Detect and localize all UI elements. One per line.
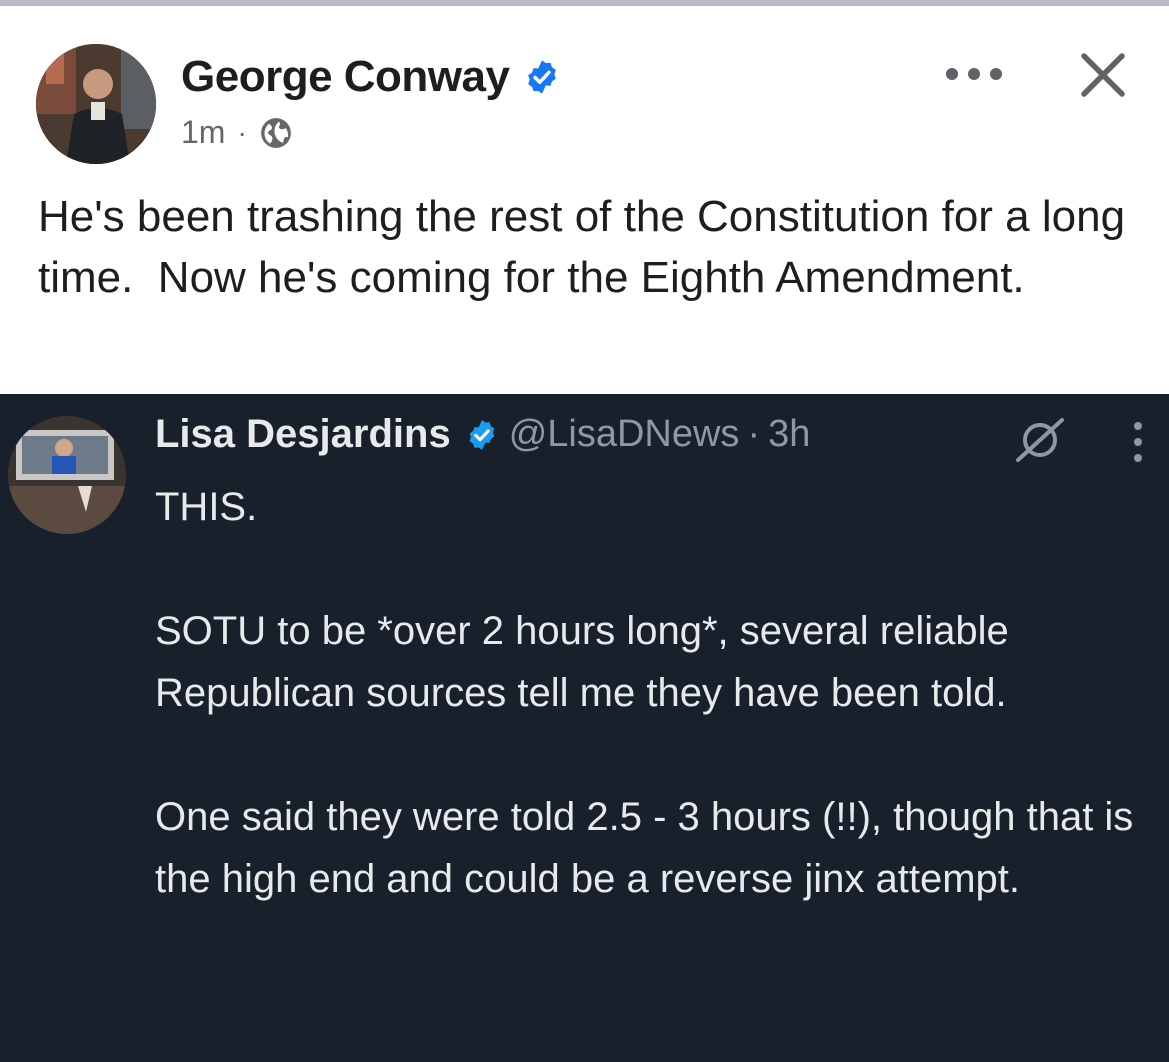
tweet-timestamp[interactable]: 3h <box>768 413 810 456</box>
tweet-author-handle[interactable]: @LisaDNews <box>509 413 740 456</box>
post-meta: 1m · <box>181 114 293 151</box>
meta-separator: · <box>237 116 247 148</box>
tweet-body-text: THIS. SOTU to be *over 2 hours long*, se… <box>155 485 1134 901</box>
more-horizontal-icon <box>946 68 958 80</box>
author-avatar[interactable] <box>36 44 156 164</box>
embedded-tweet-image[interactable]: Lisa Desjardins @LisaDNews · 3h THIS. SO… <box>0 394 1169 1062</box>
more-options-button[interactable] <box>946 54 1002 94</box>
more-dot <box>1134 422 1142 430</box>
avatar-image <box>36 44 156 164</box>
tweet-header: Lisa Desjardins @LisaDNews · 3h <box>155 412 810 457</box>
verified-badge-icon <box>469 419 495 450</box>
more-dot <box>968 68 980 80</box>
globe-icon[interactable] <box>259 116 293 150</box>
tweet-avatar-image <box>8 416 126 534</box>
more-dot <box>1134 438 1142 446</box>
close-icon[interactable] <box>1074 46 1132 104</box>
tweet-author-name[interactable]: Lisa Desjardins <box>155 412 451 457</box>
post-body-text: He's been trashing the rest of the Const… <box>38 192 1138 302</box>
author-name-row[interactable]: George Conway <box>181 52 561 102</box>
author-name[interactable]: George Conway <box>181 52 510 102</box>
tweet-time-separator: · <box>747 413 761 455</box>
verified-badge-icon <box>528 60 557 94</box>
more-dot <box>990 68 1002 80</box>
post-timestamp[interactable]: 1m <box>181 114 225 151</box>
post-header: George Conway 1m · <box>0 6 1169 176</box>
more-vertical-icon[interactable] <box>1128 422 1148 462</box>
more-dot <box>1134 454 1142 462</box>
grok-icon[interactable] <box>1012 416 1068 464</box>
tweet-author-avatar[interactable] <box>8 416 126 534</box>
